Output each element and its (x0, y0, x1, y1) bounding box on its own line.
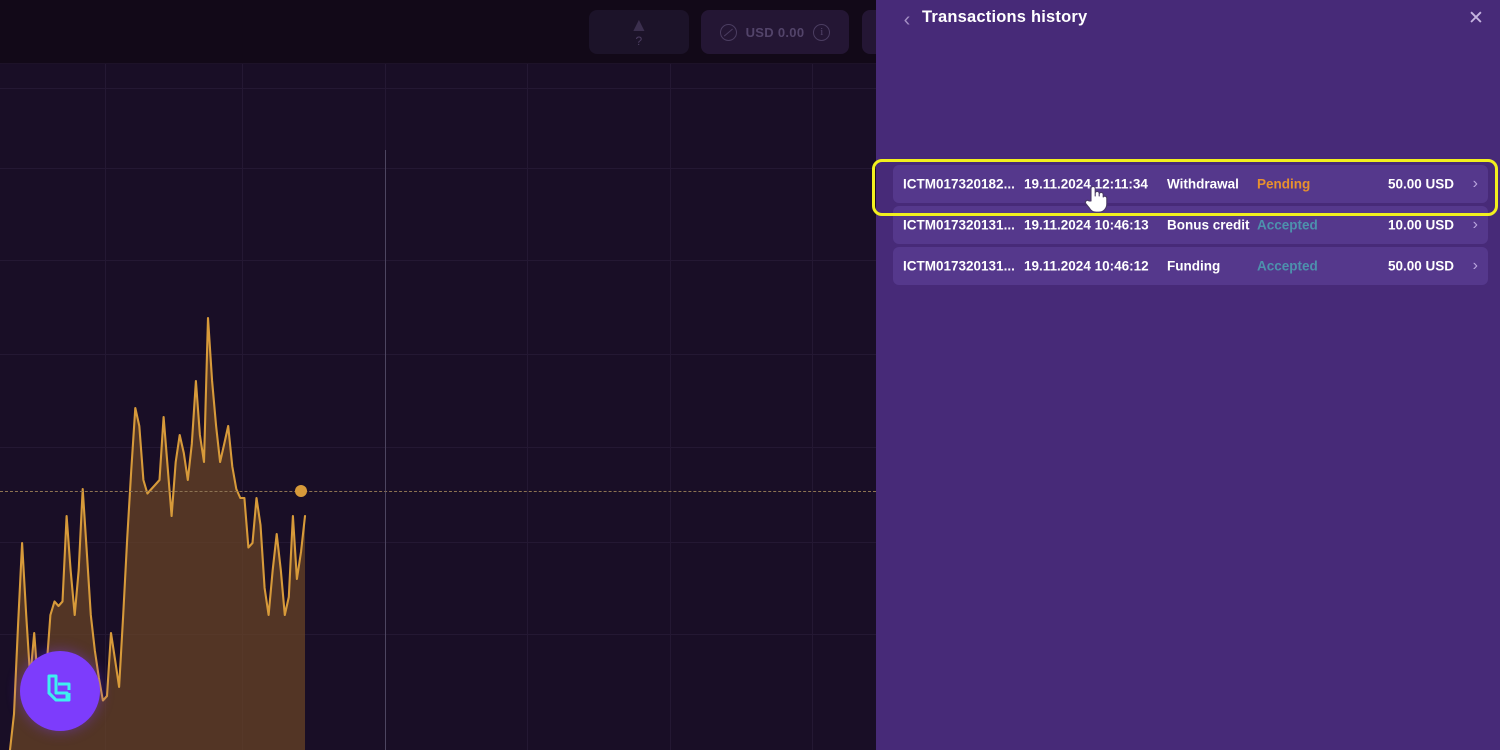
transaction-id: ICTM017320131... (903, 217, 1015, 233)
transaction-date: 19.11.2024 12:11:34 (1024, 176, 1148, 192)
chevron-left-icon[interactable]: ‹ (896, 9, 918, 31)
lc-monogram-icon (47, 674, 71, 702)
transaction-id: ICTM017320131... (903, 258, 1015, 274)
table-row[interactable]: ICTM017320182... 19.11.2024 12:11:34 Withd… (893, 165, 1488, 203)
transactions-list: ICTM017320182... 19.11.2024 12:11:34 Withd… (876, 165, 1500, 288)
app-toolbar: ▲ ? USD 0.00 i (0, 0, 876, 64)
transaction-date: 19.11.2024 10:46:13 (1024, 217, 1149, 233)
chart-canvas[interactable] (0, 64, 876, 750)
current-price-marker-dot (295, 485, 307, 497)
brand-logo-badge[interactable] (20, 651, 100, 731)
transaction-date: 19.11.2024 10:46:12 (1024, 258, 1149, 274)
transaction-type: Funding (1167, 258, 1221, 274)
status-badge: Accepted (1257, 217, 1318, 233)
trading-app-background: ▲ ? USD 0.00 i (0, 0, 876, 750)
account-balance-button[interactable]: USD 0.00 i (701, 10, 849, 54)
info-icon[interactable]: i (813, 23, 831, 41)
chevron-right-icon[interactable]: › (1473, 216, 1478, 234)
transaction-amount: 10.00 USD (1387, 217, 1454, 233)
graduation-cap-icon: ▲ (629, 15, 649, 36)
chevron-right-icon[interactable]: › (1473, 257, 1478, 275)
education-button[interactable]: ▲ ? (589, 10, 689, 54)
status-badge: Pending (1257, 176, 1311, 192)
transaction-type: Bonus credit (1167, 217, 1250, 233)
balance-amount: USD 0.00 (745, 24, 805, 40)
price-level-dashed-line (0, 491, 876, 492)
close-icon[interactable]: ✕ (1464, 7, 1488, 31)
table-header-row: ID Date Type Status Amount (876, 141, 1500, 159)
education-help-badge: ? (635, 34, 643, 48)
chevron-right-icon[interactable]: › (1473, 175, 1478, 193)
filters-bar: From 18.11.2024 to 19.11.2024 All Accoun… (876, 56, 1500, 122)
transactions-history-panel: ‹ Transactions history ✕ From 18.11.2024… (876, 0, 1500, 750)
panel-header: ‹ Transactions history ✕ (876, 0, 1500, 44)
page-title: Transactions history (922, 8, 1088, 26)
price-area-chart (8, 316, 307, 750)
toolbar-overflow-button[interactable] (862, 10, 876, 54)
table-row[interactable]: ICTM017320131... 19.11.2024 10:46:13 Bonus… (893, 206, 1488, 244)
table-row[interactable]: ICTM017320131... 19.11.2024 10:46:12 Fundi… (893, 247, 1488, 285)
transaction-amount: 50.00 USD (1387, 176, 1454, 192)
status-badge: Accepted (1257, 258, 1318, 274)
transaction-type: Withdrawal (1167, 176, 1239, 192)
crosshair-vertical-line (385, 150, 387, 750)
screen-root: ▲ ? USD 0.00 i ‹ Transactions history ✕ (0, 0, 1500, 750)
no-entry-circle-icon (719, 23, 737, 41)
transaction-amount: 50.00 USD (1387, 258, 1454, 274)
transaction-id: ICTM017320182... (903, 176, 1015, 192)
